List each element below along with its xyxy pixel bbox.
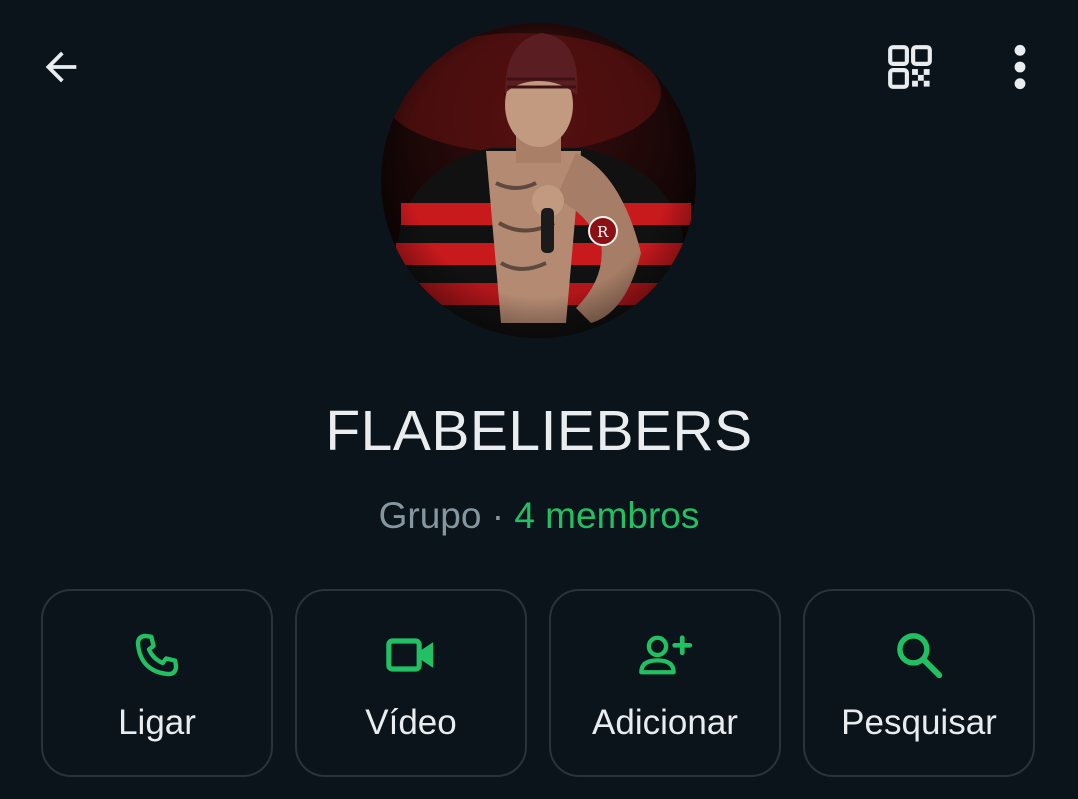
more-vertical-icon (1014, 44, 1026, 90)
members-count-link[interactable]: 4 membros (514, 495, 699, 536)
call-button-label: Ligar (118, 703, 196, 742)
add-participant-button[interactable]: Adicionar (549, 589, 781, 777)
qr-code-button[interactable] (878, 35, 942, 99)
phone-icon (135, 633, 179, 677)
search-button[interactable]: Pesquisar (803, 589, 1035, 777)
group-info-screen: R FLABELIEBERS Grupo · 4 membros Ligar (0, 0, 1078, 799)
add-person-icon (639, 635, 693, 675)
avatar-photo: R (381, 23, 696, 338)
action-buttons-row: Ligar Vídeo Adicionar Pesquisar (41, 589, 1035, 777)
call-button[interactable]: Ligar (41, 589, 273, 777)
group-subtitle: Grupo · 4 membros (0, 495, 1078, 537)
video-call-button-label: Vídeo (365, 703, 457, 742)
subtitle-separator: · (481, 495, 515, 536)
video-call-button[interactable]: Vídeo (295, 589, 527, 777)
add-participant-button-label: Adicionar (592, 703, 738, 742)
group-name: FLABELIEBERS (325, 399, 753, 463)
group-avatar[interactable]: R (381, 23, 696, 338)
qr-code-icon (888, 45, 932, 89)
search-icon (897, 633, 943, 679)
video-camera-icon (386, 638, 434, 672)
back-button[interactable] (29, 35, 93, 99)
search-button-label: Pesquisar (841, 703, 997, 742)
more-options-button[interactable] (988, 35, 1052, 99)
arrow-left-icon (45, 51, 77, 83)
group-type-label: Grupo (378, 495, 482, 536)
